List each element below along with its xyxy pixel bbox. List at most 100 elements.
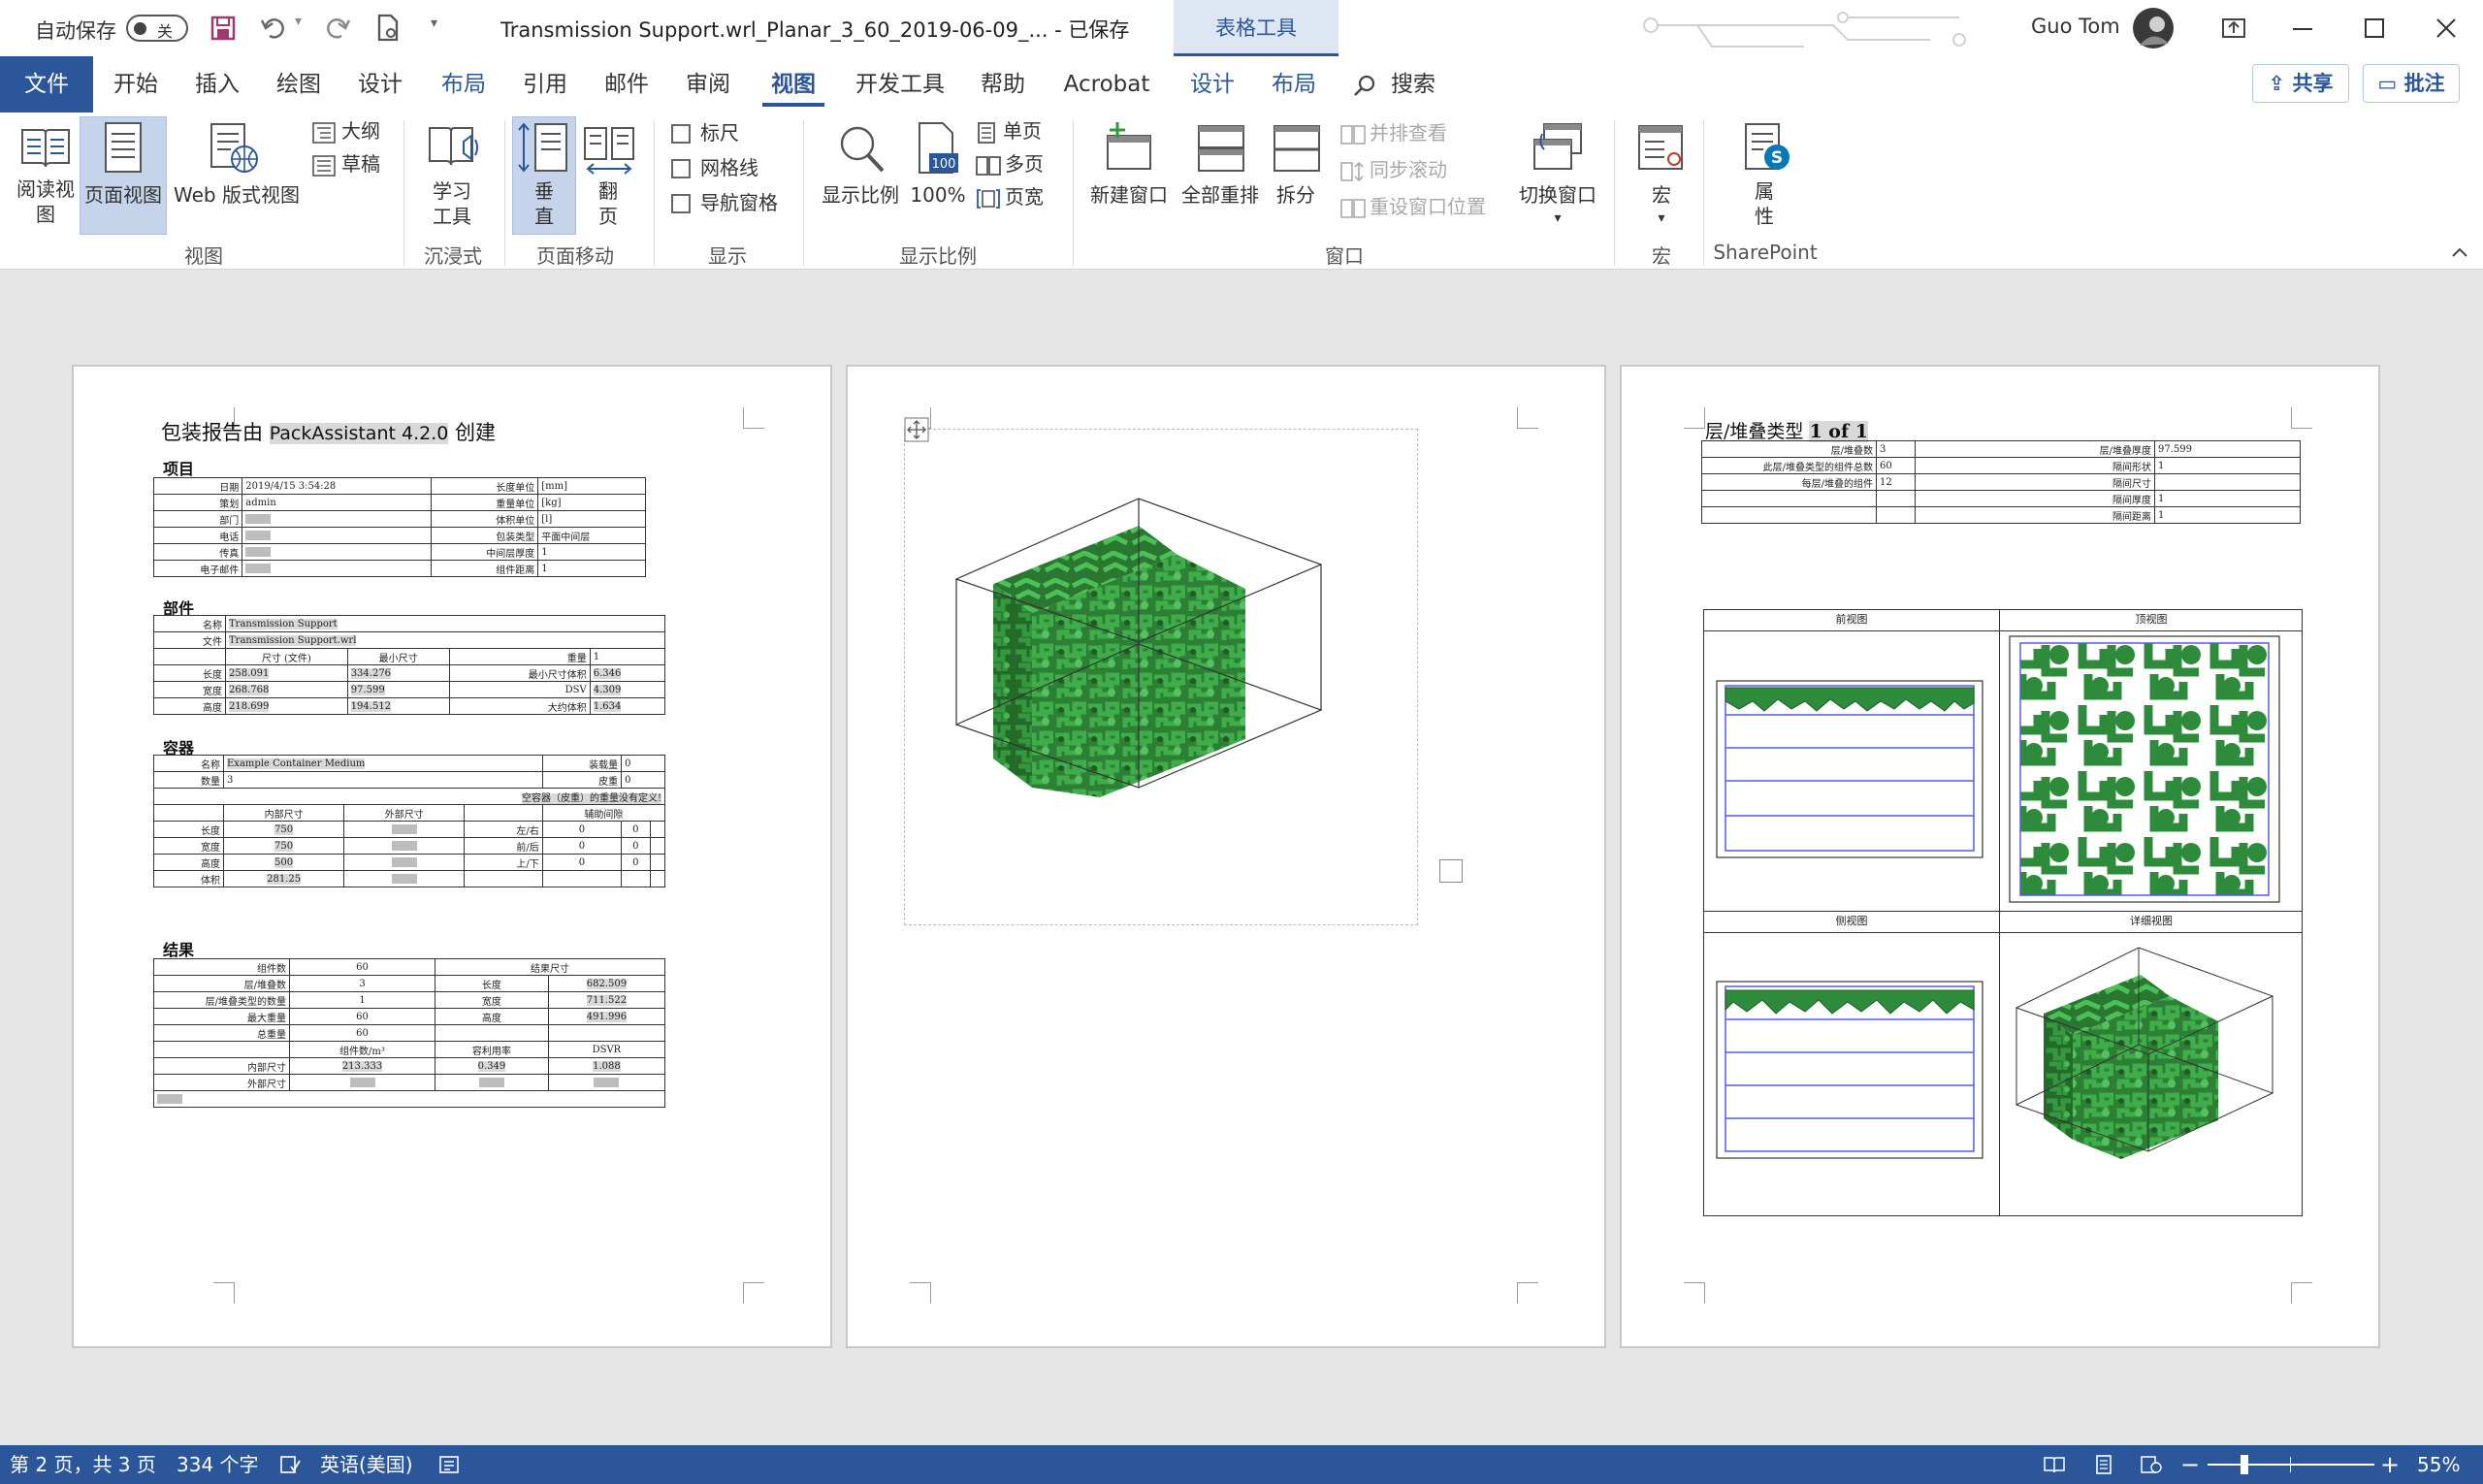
macro-record-icon[interactable] bbox=[438, 1455, 460, 1474]
page-movement-group-label: 页面移动 bbox=[536, 244, 614, 268]
split-button[interactable]: 拆分 bbox=[1265, 118, 1327, 233]
redacted-box bbox=[349, 1078, 375, 1087]
qat-customize-icon[interactable]: ▾ bbox=[431, 16, 437, 31]
immersive-group-label: 沉浸式 bbox=[424, 244, 482, 268]
tab-file[interactable]: 文件 bbox=[0, 56, 93, 113]
tab-references[interactable]: 引用 bbox=[508, 56, 582, 113]
properties-button[interactable]: S 属性 bbox=[1725, 118, 1806, 233]
tab-mailings[interactable]: 邮件 bbox=[590, 56, 663, 113]
side-to-side-icon bbox=[584, 127, 634, 175]
zoom-in-button[interactable]: + bbox=[2380, 1445, 2400, 1484]
redacted-box bbox=[478, 1078, 504, 1087]
redacted-box bbox=[245, 514, 272, 524]
learning-tools-button[interactable]: 学习工具 bbox=[411, 118, 495, 233]
proofing-icon[interactable] bbox=[279, 1455, 301, 1474]
outline-button[interactable]: 大纲 bbox=[310, 118, 388, 147]
separator bbox=[403, 120, 404, 266]
reset-window-button[interactable]: 重设窗口位置 bbox=[1338, 194, 1523, 223]
table-cell: 1 bbox=[537, 543, 646, 561]
new-window-button[interactable]: 新建窗口 bbox=[1082, 118, 1176, 233]
autosave-toggle[interactable]: 关 bbox=[126, 15, 188, 42]
result-inner-dsvr: 1.088 bbox=[593, 1060, 621, 1072]
tab-table-design[interactable]: 设计 bbox=[1176, 56, 1249, 113]
page-3[interactable]: 层/堆叠类型 1 of 1 层/堆叠数 3 层/堆叠厚度 97.599 此层/堆叠类型的… bbox=[1622, 367, 2378, 1346]
user-name: Guo Tom bbox=[2031, 15, 2120, 38]
table-resize-handle[interactable] bbox=[1439, 859, 1463, 883]
language[interactable]: 英语(美国) bbox=[320, 1445, 413, 1484]
read-mode-button[interactable]: 阅读视图 bbox=[12, 118, 80, 233]
page-count[interactable]: 第 2 页，共 3 页 bbox=[10, 1445, 156, 1484]
page-width-button[interactable]: 页宽 bbox=[974, 184, 1061, 213]
tab-help[interactable]: 帮助 bbox=[966, 56, 1040, 113]
multiple-pages-label: 多页 bbox=[1005, 152, 1044, 176]
print-layout-button[interactable]: 页面视图 bbox=[80, 118, 167, 233]
zoom-slider-thumb[interactable] bbox=[2241, 1455, 2248, 1474]
table-cell: 3 bbox=[289, 975, 435, 992]
tab-review[interactable]: 审阅 bbox=[671, 56, 745, 113]
collapse-ribbon-icon[interactable] bbox=[2450, 244, 2469, 260]
tab-draw[interactable]: 绘图 bbox=[262, 56, 336, 113]
print-layout-status-icon[interactable] bbox=[2093, 1455, 2114, 1474]
comments-button[interactable]: ▭ 批注 bbox=[2363, 64, 2460, 103]
macros-button[interactable]: 宏 ▾ bbox=[1629, 118, 1693, 233]
print-preview-icon[interactable] bbox=[374, 14, 402, 43]
page-width-label: 页宽 bbox=[1005, 185, 1044, 209]
tab-acrobat[interactable]: Acrobat bbox=[1053, 56, 1160, 113]
close-icon[interactable] bbox=[2435, 16, 2458, 40]
web-layout-button[interactable]: Web 版式视图 bbox=[169, 118, 305, 233]
tab-home[interactable]: 开始 bbox=[97, 56, 175, 113]
gridlines-checkbox[interactable]: 网格线 bbox=[669, 155, 795, 184]
zoom-level[interactable]: 55% bbox=[2417, 1445, 2460, 1484]
switch-window-button[interactable]: 切换窗口 ▾ bbox=[1511, 118, 1604, 233]
maximize-icon[interactable] bbox=[2363, 17, 2386, 39]
view-side-by-side-button[interactable]: 并排查看 bbox=[1338, 120, 1503, 149]
crop-mark bbox=[743, 407, 764, 429]
layer-title-value: 1 of 1 bbox=[1809, 421, 1868, 442]
share-button[interactable]: ⇪ 共享 bbox=[2252, 64, 2349, 103]
table-move-handle-icon[interactable] bbox=[904, 417, 929, 442]
minimize-icon[interactable] bbox=[2291, 17, 2314, 39]
ribbon-display-options-icon[interactable] bbox=[2221, 17, 2246, 39]
page-1[interactable]: 包装报告由 PackAssistant 4.2.0 创建 项目 日期 2019/4… bbox=[74, 367, 830, 1346]
draft-button[interactable]: 草稿 bbox=[310, 151, 388, 180]
zoom-button[interactable]: 显示比例 bbox=[815, 118, 906, 233]
tab-view[interactable]: 视图 bbox=[755, 56, 832, 113]
table-cell: 750 bbox=[222, 821, 345, 838]
table-cell: 高度 bbox=[153, 697, 226, 715]
arrange-all-button[interactable]: 全部重排 bbox=[1177, 118, 1263, 233]
redo-icon[interactable] bbox=[322, 15, 351, 42]
ruler-checkbox[interactable]: 标尺 bbox=[669, 120, 795, 149]
word-count[interactable]: 334 个字 bbox=[177, 1445, 259, 1484]
save-icon[interactable] bbox=[210, 15, 237, 42]
top-view-drawing bbox=[2009, 635, 2280, 903]
web-layout-status-icon[interactable] bbox=[2140, 1455, 2163, 1474]
outline-label: 大纲 bbox=[341, 119, 380, 143]
tab-developer[interactable]: 开发工具 bbox=[842, 56, 958, 113]
one-page-button[interactable]: 单页 bbox=[974, 118, 1061, 147]
views-group-label: 视图 bbox=[184, 244, 223, 268]
side-to-side-button[interactable]: 翻页 bbox=[580, 118, 638, 233]
read-mode-status-icon[interactable] bbox=[2043, 1455, 2066, 1474]
tab-table-layout[interactable]: 布局 bbox=[1257, 56, 1331, 113]
search-box[interactable]: 搜索 bbox=[1379, 56, 1447, 113]
vertical-button[interactable]: 垂直 bbox=[512, 118, 576, 233]
avatar[interactable] bbox=[2132, 7, 2175, 49]
undo-dropdown-icon[interactable]: ▾ bbox=[295, 14, 302, 29]
tab-layout[interactable]: 布局 bbox=[427, 56, 500, 113]
multiple-pages-button[interactable]: 多页 bbox=[974, 151, 1061, 180]
tab-insert[interactable]: 插入 bbox=[180, 56, 254, 113]
zoom-slider-track[interactable] bbox=[2208, 1464, 2374, 1466]
sync-scroll-button[interactable]: 同步滚动 bbox=[1338, 157, 1503, 186]
table-cell: 外部尺寸 bbox=[153, 1074, 290, 1091]
zoom-100-button[interactable]: 100 100% bbox=[908, 118, 968, 233]
document-area[interactable]: 包装报告由 PackAssistant 4.2.0 创建 项目 日期 2019/4… bbox=[0, 270, 2483, 1445]
nav-pane-checkbox[interactable]: 导航窗格 bbox=[669, 190, 795, 219]
zoom-out-button[interactable]: − bbox=[2180, 1445, 2200, 1484]
table-cell: 组件数 bbox=[153, 958, 290, 976]
undo-icon[interactable] bbox=[260, 15, 289, 42]
table-cell bbox=[242, 527, 432, 544]
table-cell: 电话 bbox=[152, 527, 243, 544]
page-2[interactable] bbox=[848, 367, 1604, 1346]
table-cell: 隔间厚度 bbox=[1915, 490, 2155, 507]
tab-design[interactable]: 设计 bbox=[343, 56, 417, 113]
